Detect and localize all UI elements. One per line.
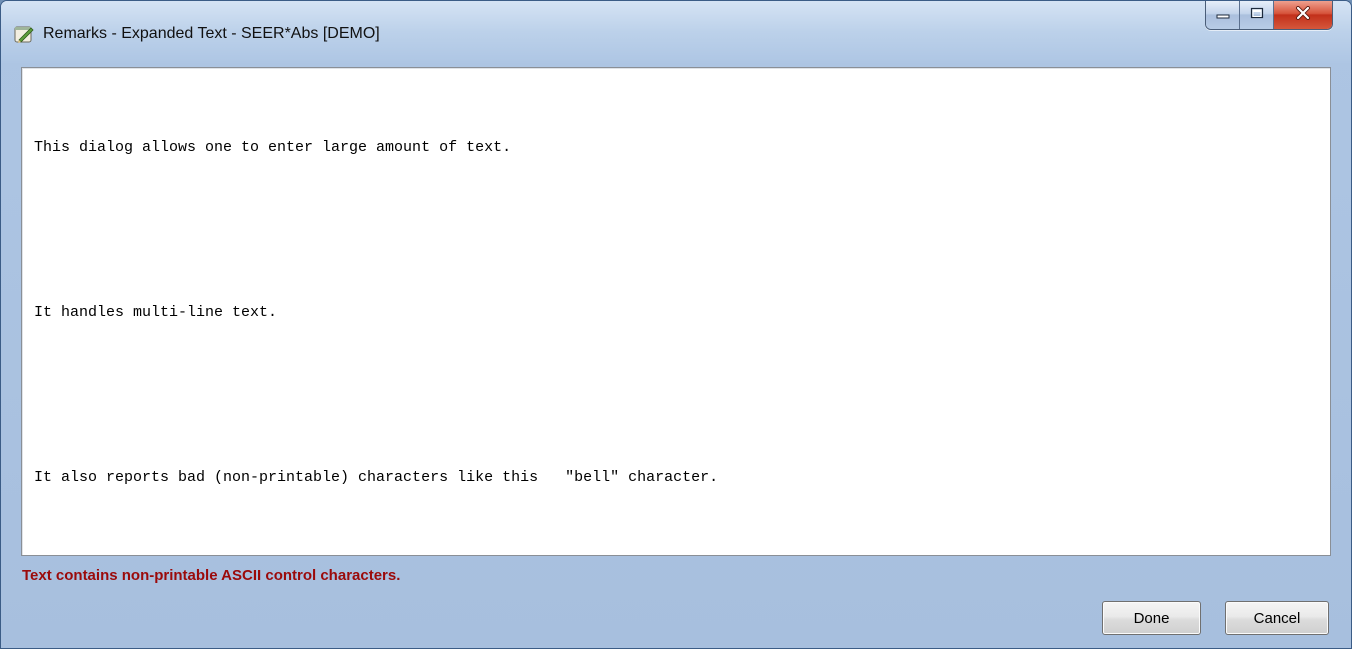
app-icon bbox=[13, 23, 35, 45]
minimize-button[interactable] bbox=[1206, 1, 1240, 29]
close-button[interactable] bbox=[1274, 1, 1332, 29]
dialog-window: Remarks - Expanded Text - SEER*Abs [DEMO… bbox=[0, 0, 1352, 649]
text-area-frame: This dialog allows one to enter large am… bbox=[21, 67, 1331, 556]
editor-line: This dialog allows one to enter large am… bbox=[34, 139, 512, 156]
validation-error-message: Text contains non-printable ASCII contro… bbox=[22, 567, 401, 584]
window-title: Remarks - Expanded Text - SEER*Abs [DEMO… bbox=[43, 25, 380, 42]
editor-line: It also reports bad (non-printable) char… bbox=[34, 469, 719, 486]
editor-line: It handles multi-line text. bbox=[34, 304, 278, 321]
maximize-icon bbox=[1250, 6, 1264, 24]
done-button[interactable]: Done bbox=[1102, 601, 1201, 635]
maximize-button[interactable] bbox=[1240, 1, 1274, 29]
close-icon bbox=[1295, 5, 1311, 25]
window-controls bbox=[1205, 1, 1333, 30]
title-bar[interactable]: Remarks - Expanded Text - SEER*Abs [DEMO… bbox=[1, 1, 1351, 63]
cancel-button[interactable]: Cancel bbox=[1225, 601, 1329, 635]
remarks-text-editor[interactable]: This dialog allows one to enter large am… bbox=[22, 68, 1330, 555]
minimize-icon bbox=[1216, 6, 1230, 24]
